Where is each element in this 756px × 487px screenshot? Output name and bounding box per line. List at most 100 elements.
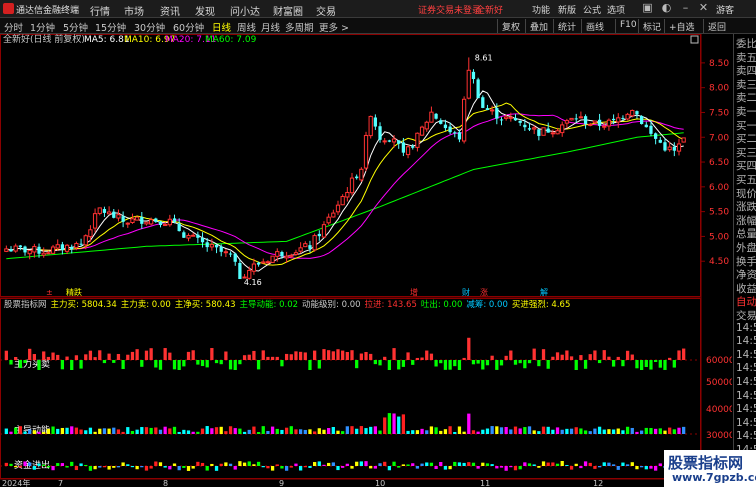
guest-label[interactable]: 游客 [716,3,734,16]
menu-item-exchange[interactable]: 市场 [124,3,144,18]
restore-icon[interactable]: ▣ [641,1,654,15]
fund-flow-bar [177,466,181,471]
tool-overlay[interactable]: 叠加 [525,19,552,33]
buy-sell-bar [126,354,130,360]
period-60min[interactable]: 60分钟 [173,20,204,34]
buy-sell-bar [527,360,532,364]
tool-back[interactable]: 返回 [703,19,730,33]
period-1min[interactable]: 1分钟 [30,20,55,34]
tool-stats[interactable]: 统计 [553,19,580,33]
promo-link[interactable]: 全新好 [476,3,503,16]
price-tick-label: 6.50 [709,158,729,168]
fund-flow-bar [280,466,284,469]
buy-sell-bar [420,357,424,360]
buy-sell-bar [196,360,200,365]
momentum-bar [51,426,55,434]
candle-body [116,214,121,219]
buy-sell-bar [644,360,648,367]
menu-item-market[interactable]: 行情 [90,3,110,18]
momentum-bar [238,428,242,434]
momentum-bar [9,431,13,434]
menu-item-trade[interactable]: 交易 [316,3,336,18]
momentum-bar [252,426,256,434]
tool-draw[interactable]: 画线 [581,19,608,33]
buy-sell-bar [663,360,667,370]
candle-body [481,97,485,108]
menu-options[interactable]: 选项 [607,3,625,16]
period-daily[interactable]: 日线 [212,20,231,34]
event-marker[interactable]: 涨 [480,287,488,297]
momentum-bar [588,431,592,434]
momentum-bar [406,430,410,434]
fund-flow-bar [462,462,466,466]
buy-sell-bar [28,348,32,360]
momentum-bar [467,413,471,434]
stock-chart[interactable]: 全新好(日线 前复权) MA5: 6.81 MA10: 6.97 MA20: 7… [0,34,732,487]
momentum-bar [163,426,167,434]
momentum-bar [37,431,41,434]
candle-body [32,245,37,253]
period-weekly[interactable]: 周线 [237,20,256,34]
event-marker[interactable]: ± [46,288,53,297]
event-marker[interactable]: 精跌 [66,287,82,297]
menu-function[interactable]: 功能 [532,3,550,16]
period-monthly[interactable]: 月线 [261,20,280,34]
momentum-bar [327,428,331,434]
candle-body [97,207,102,214]
fund-flow-bar [74,466,79,471]
menu-item-news[interactable]: 资讯 [160,3,180,18]
buy-sell-bar [537,360,541,367]
candle-body [125,222,130,225]
fund-flow-bar [168,466,172,470]
menu-formula[interactable]: 公式 [583,3,601,16]
menu-item-ask[interactable]: 问小达 [230,3,260,18]
candle-body [434,113,438,119]
maximize-panel-icon[interactable] [690,35,699,44]
tool-add-favorite[interactable]: +自选 [664,19,699,33]
buy-sell-bar [457,360,462,370]
period-5min[interactable]: 5分钟 [63,20,88,34]
buy-sell-bar [37,360,41,370]
buy-sell-bar [579,355,583,360]
period-15min[interactable]: 15分钟 [95,20,126,34]
login-notice[interactable]: 证券交易未登录 [418,3,481,16]
momentum-bar [158,429,163,434]
candle-body [163,224,168,227]
period-tick[interactable]: 分时 [4,20,23,34]
menu-item-discover[interactable]: 发现 [195,3,215,18]
momentum-bar [649,428,653,434]
menu-new-version[interactable]: 新版 [558,3,576,16]
fund-flow-bar [392,461,396,466]
menu-item-wealth[interactable]: 财富圈 [273,3,303,18]
event-marker[interactable]: 增 [410,287,418,297]
buy-sell-bar [448,360,452,370]
fund-flow-bar [154,461,158,466]
price-tick-label: 7.50 [709,108,729,118]
momentum-bar [616,428,620,434]
candle-body [70,247,74,250]
buy-sell-bar [672,360,676,368]
candle-body [564,120,570,124]
axis-tick: 30000 [706,431,732,441]
tool-adjust[interactable]: 复权 [497,19,524,33]
event-marker[interactable]: 财 [462,287,470,297]
event-marker[interactable]: 解 [540,287,548,297]
fund-flow-bar [551,462,555,466]
candle-body [205,242,209,248]
momentum-bar [336,430,340,434]
candle-body [658,139,662,143]
tool-mark[interactable]: 标记 [638,19,665,33]
period-30min[interactable]: 30分钟 [134,20,165,34]
close-icon[interactable]: ✕ [697,1,710,15]
momentum-bar [378,430,382,434]
momentum-bar [317,428,321,434]
period-more[interactable]: 更多 > [319,20,349,34]
candle-body [102,209,107,213]
buy-sell-bar [583,360,588,369]
momentum-bar [261,426,265,434]
skin-icon[interactable]: ◐ [660,1,673,15]
tool-f10[interactable]: F10 [615,19,641,33]
period-multi[interactable]: 多周期 [285,20,314,34]
candlesticks [4,57,686,280]
minimize-icon[interactable]: – [679,1,692,15]
